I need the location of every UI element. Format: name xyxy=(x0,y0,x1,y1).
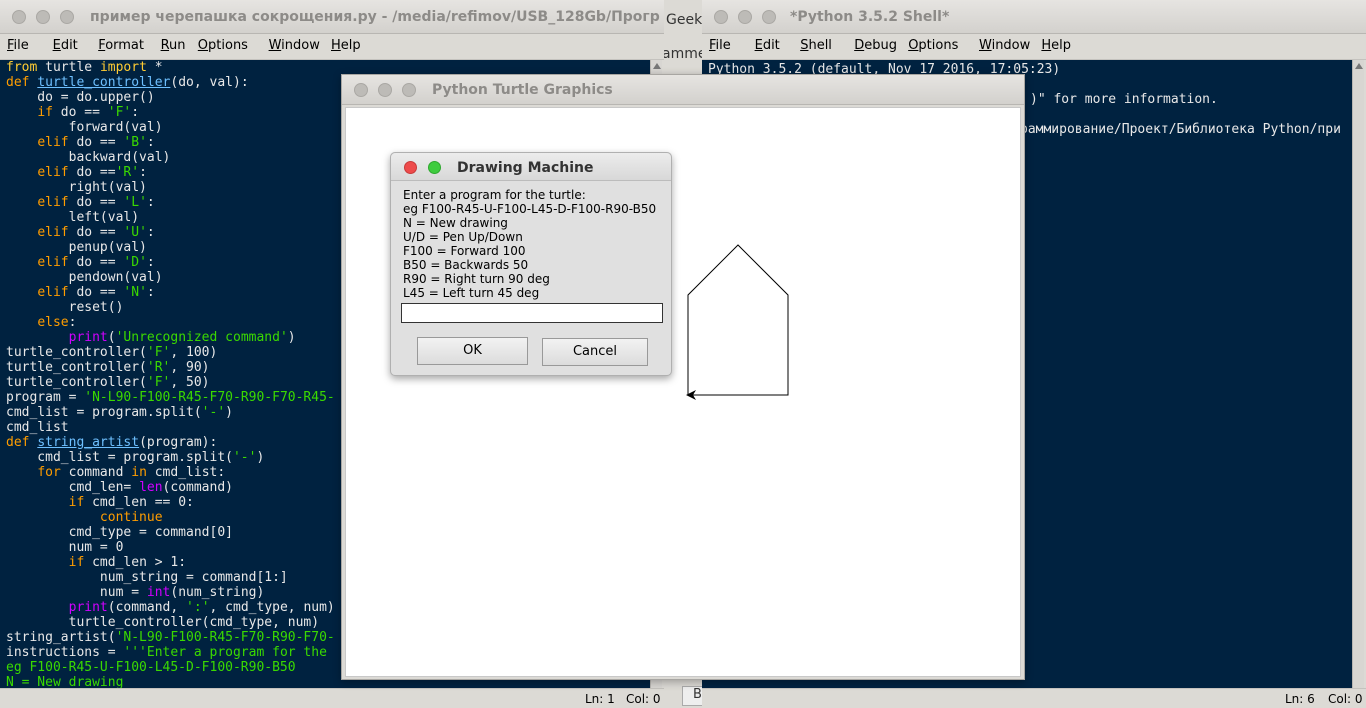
dialog-title: Drawing Machine xyxy=(457,160,594,176)
scroll-up-icon[interactable] xyxy=(1354,63,1363,69)
shell-title: *Python 3.5.2 Shell* xyxy=(790,9,950,25)
menu-file[interactable]: File xyxy=(7,38,29,53)
line-number: Ln: 1 xyxy=(585,692,615,706)
menu-window[interactable]: Window xyxy=(979,38,1030,53)
menu-options[interactable]: Options xyxy=(198,38,248,53)
house-drawing xyxy=(687,244,789,396)
instruction-line: F100 = Forward 100 xyxy=(403,244,526,258)
dialog-instructions: Enter a program for the turtle: eg F100-R… xyxy=(403,188,656,300)
close-icon[interactable] xyxy=(354,83,368,97)
bg-window-tab-fragment: amme xyxy=(662,46,707,62)
menu-edit[interactable]: Edit xyxy=(755,38,780,53)
editor-statusbar: Ln: 1 Col: 0 xyxy=(0,688,664,708)
maximize-icon[interactable] xyxy=(60,10,74,24)
instruction-line: eg F100-R45-U-F100-L45-D-F100-R90-B50 xyxy=(403,202,657,216)
program-input[interactable] xyxy=(401,303,663,323)
shell-menubar: File Edit Shell Debug Options Window Help xyxy=(702,34,1366,60)
minimize-icon[interactable] xyxy=(36,10,50,24)
column-number: Col: 0 xyxy=(1328,692,1363,706)
instruction-line: R90 = Right turn 90 deg xyxy=(403,272,550,286)
menu-format[interactable]: Format xyxy=(98,38,144,53)
shell-statusbar: Ln: 6 Col: 0 xyxy=(702,688,1366,708)
menu-edit[interactable]: Edit xyxy=(53,38,78,53)
code-line: from turtle import * xyxy=(6,60,163,75)
scroll-up-icon[interactable] xyxy=(652,63,661,69)
editor-menubar: File Edit Format Run Options Window Help xyxy=(0,34,664,60)
maximize-icon[interactable] xyxy=(402,83,416,97)
turtle-titlebar[interactable]: Python Turtle Graphics xyxy=(342,75,1024,105)
cancel-button[interactable]: Cancel xyxy=(542,338,648,366)
zoom-icon[interactable] xyxy=(428,161,441,174)
menu-window[interactable]: Window xyxy=(269,38,320,53)
shell-scrollbar[interactable] xyxy=(1352,60,1364,688)
close-icon[interactable] xyxy=(12,10,26,24)
column-number: Col: 0 xyxy=(626,692,661,706)
close-icon[interactable] xyxy=(404,161,417,174)
line-number: Ln: 6 xyxy=(1285,692,1315,706)
editor-titlebar[interactable]: пример черепашка сокрощения.py - /media/… xyxy=(0,0,664,34)
menu-file[interactable]: File xyxy=(709,38,731,53)
instruction-line: U/D = Pen Up/Down xyxy=(403,230,523,244)
dialog-titlebar[interactable]: Drawing Machine xyxy=(391,153,671,181)
menu-shell[interactable]: Shell xyxy=(800,38,832,53)
maximize-icon[interactable] xyxy=(762,10,776,24)
ok-button[interactable]: OK xyxy=(417,337,528,365)
instruction-line: B50 = Backwards 50 xyxy=(403,258,529,272)
menu-help[interactable]: Help xyxy=(331,38,361,53)
instruction-line: N = New drawing xyxy=(403,216,508,230)
menu-run[interactable]: Run xyxy=(161,38,186,53)
instruction-line: L45 = Left turn 45 deg xyxy=(403,286,540,300)
menu-options[interactable]: Options xyxy=(908,38,958,53)
shell-titlebar[interactable]: *Python 3.5.2 Shell* xyxy=(702,0,1366,34)
minimize-icon[interactable] xyxy=(738,10,752,24)
instruction-line: Enter a program for the turtle: xyxy=(403,188,586,202)
bg-window-title-fragment: Geek xyxy=(666,12,703,28)
drawing-machine-dialog: Drawing Machine Enter a program for the … xyxy=(390,152,672,376)
menu-help[interactable]: Help xyxy=(1041,38,1071,53)
close-icon[interactable] xyxy=(714,10,728,24)
minimize-icon[interactable] xyxy=(378,83,392,97)
menu-debug[interactable]: Debug xyxy=(854,38,897,53)
turtle-title: Python Turtle Graphics xyxy=(432,82,613,98)
editor-title: пример черепашка сокрощения.py - /media/… xyxy=(90,9,660,25)
